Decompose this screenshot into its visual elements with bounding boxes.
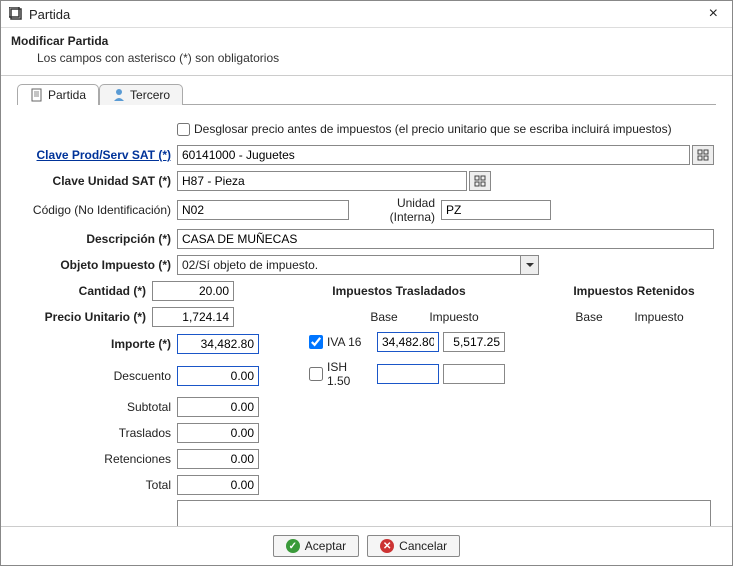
descripcion-input[interactable] bbox=[177, 229, 714, 249]
subtotal-label: Subtotal bbox=[19, 400, 177, 414]
ish-checkbox[interactable] bbox=[309, 367, 323, 381]
subtotal-input[interactable] bbox=[177, 397, 259, 417]
traslados-input[interactable] bbox=[177, 423, 259, 443]
form-content: Desglosar precio antes de impuestos (el … bbox=[1, 106, 732, 526]
titlebar: Partida × bbox=[1, 1, 732, 28]
cancelar-button[interactable]: ✕ Cancelar bbox=[367, 535, 460, 557]
ok-icon: ✓ bbox=[286, 539, 300, 553]
codigo-input[interactable] bbox=[177, 200, 349, 220]
search-icon bbox=[697, 149, 709, 161]
partida-window: Partida × Modificar Partida Los campos c… bbox=[0, 0, 733, 566]
window-title: Partida bbox=[29, 7, 70, 22]
codigo-label: Código (No Identificación) bbox=[19, 203, 177, 217]
tab-partida-label: Partida bbox=[48, 88, 86, 102]
ish-impuesto-input[interactable] bbox=[443, 364, 505, 384]
cantidad-input[interactable] bbox=[152, 281, 234, 301]
aceptar-label: Aceptar bbox=[305, 539, 346, 553]
tabs: Partida Tercero bbox=[1, 76, 732, 105]
tab-tercero-label: Tercero bbox=[130, 88, 170, 102]
retenciones-input[interactable] bbox=[177, 449, 259, 469]
desglosar-label: Desglosar precio antes de impuestos (el … bbox=[194, 122, 672, 136]
total-input[interactable] bbox=[177, 475, 259, 495]
iva16-checkbox[interactable] bbox=[309, 335, 323, 349]
ish-base-input[interactable] bbox=[377, 364, 439, 384]
precio-unitario-input[interactable] bbox=[152, 307, 234, 327]
iva16-label: IVA 16 bbox=[327, 335, 373, 349]
cantidad-label: Cantidad (*) bbox=[19, 284, 152, 298]
ish-label: ISH 1.50 bbox=[327, 360, 373, 388]
clave-unidad-label: Clave Unidad SAT (*) bbox=[19, 174, 177, 188]
cancel-icon: ✕ bbox=[380, 539, 394, 553]
iva16-base-input[interactable] bbox=[377, 332, 439, 352]
importe-label: Importe (*) bbox=[19, 337, 177, 351]
desglosar-checkbox[interactable] bbox=[177, 123, 190, 136]
close-button[interactable]: × bbox=[703, 5, 724, 23]
aceptar-button[interactable]: ✓ Aceptar bbox=[273, 535, 359, 557]
comentarios-label: Comentarios bbox=[19, 500, 177, 526]
retenciones-label: Retenciones bbox=[19, 452, 177, 466]
importe-input[interactable] bbox=[177, 334, 259, 354]
header-title: Modificar Partida bbox=[11, 34, 722, 48]
clave-prod-input[interactable] bbox=[177, 145, 690, 165]
tab-tercero[interactable]: Tercero bbox=[99, 84, 183, 105]
app-icon bbox=[9, 7, 23, 21]
objeto-impuesto-value: 02/Sí objeto de impuesto. bbox=[182, 258, 318, 272]
clave-unidad-lookup-button[interactable] bbox=[469, 171, 491, 191]
descuento-input[interactable] bbox=[177, 366, 259, 386]
clave-unidad-input[interactable] bbox=[177, 171, 467, 191]
objeto-impuesto-label: Objeto Impuesto (*) bbox=[19, 258, 177, 272]
ret-base-header: Base bbox=[554, 310, 624, 324]
clave-prod-label[interactable]: Clave Prod/Serv SAT (*) bbox=[19, 148, 177, 162]
person-icon bbox=[112, 88, 126, 102]
footer: ✓ Aceptar ✕ Cancelar bbox=[1, 526, 732, 565]
tab-partida[interactable]: Partida bbox=[17, 84, 99, 105]
header-section: Modificar Partida Los campos con asteris… bbox=[1, 28, 732, 76]
header-subtitle: Los campos con asterisco (*) son obligat… bbox=[11, 48, 722, 65]
total-label: Total bbox=[19, 478, 177, 492]
objeto-impuesto-dropdown[interactable]: 02/Sí objeto de impuesto. bbox=[177, 255, 539, 275]
imp-tras-heading: Impuestos Trasladados bbox=[284, 284, 514, 298]
tras-base-header: Base bbox=[352, 310, 416, 324]
document-icon bbox=[30, 88, 44, 102]
unidad-interna-input[interactable] bbox=[441, 200, 551, 220]
comentarios-textarea[interactable] bbox=[177, 500, 711, 526]
unidad-interna-label: Unidad (Interna) bbox=[349, 196, 441, 224]
traslados-label: Traslados bbox=[19, 426, 177, 440]
chevron-down-icon bbox=[520, 256, 538, 274]
tras-impuesto-header: Impuesto bbox=[422, 310, 486, 324]
clave-prod-lookup-button[interactable] bbox=[692, 145, 714, 165]
search-icon bbox=[474, 175, 486, 187]
precio-unitario-label: Precio Unitario (*) bbox=[19, 310, 152, 324]
iva16-impuesto-input[interactable] bbox=[443, 332, 505, 352]
cancelar-label: Cancelar bbox=[399, 539, 447, 553]
descuento-label: Descuento bbox=[19, 369, 177, 383]
ret-impuesto-header: Impuesto bbox=[624, 310, 694, 324]
descripcion-label: Descripción (*) bbox=[19, 232, 177, 246]
imp-ret-heading: Impuestos Retenidos bbox=[554, 284, 714, 298]
